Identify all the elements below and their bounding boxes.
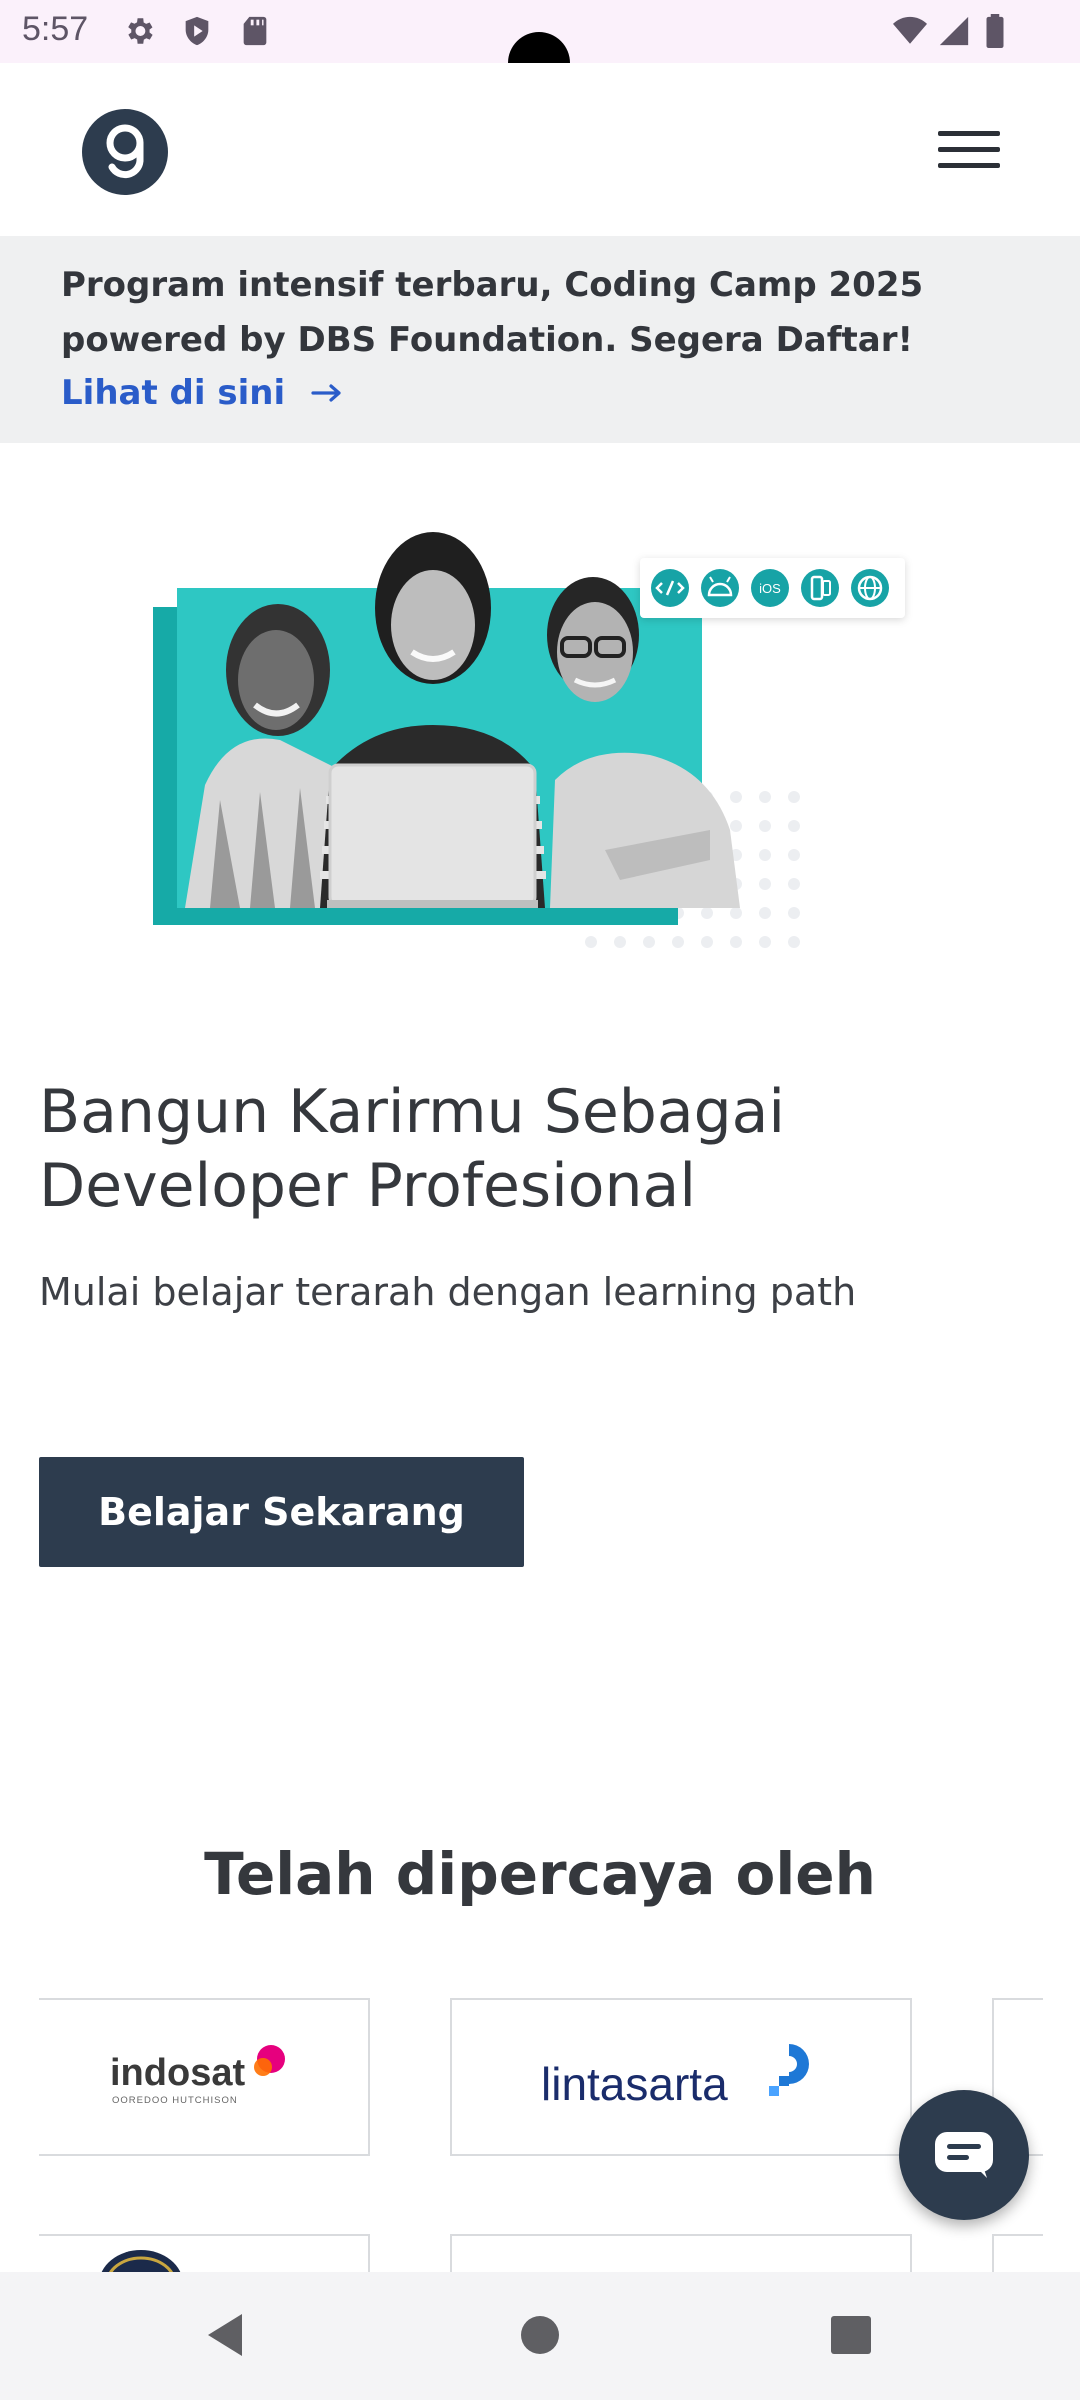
chat-bubble-icon [935,2132,993,2178]
android-icon [701,569,739,607]
arrow-right-icon [311,384,341,402]
platform-badges: iOS [640,558,905,618]
ios-label: iOS [759,581,781,596]
web-icon [851,569,889,607]
back-icon[interactable] [202,2310,248,2360]
dicoding-logo[interactable] [82,109,168,195]
hero-title: Bangun Karirmu Sebagai Developer Profesi… [39,1077,786,1221]
partner-emblem-icon [101,2250,181,2273]
sd-card-icon [243,16,267,46]
partner-card-row2-1[interactable] [39,2234,370,2273]
code-icon [651,569,689,607]
status-time: 5:57 [22,10,89,48]
hamburger-menu-icon[interactable] [930,121,1008,177]
hero-subtitle: Mulai belajar terarah dengan learning pa… [39,1270,857,1314]
wifi-icon [893,16,927,44]
trusted-by-title: Telah dipercaya oleh [204,1840,876,1908]
announcement-text: Program intensif terbaru, Coding Camp 20… [61,265,924,360]
partner-carousel[interactable]: indosat OOREDOO HUTCHISON lintasarta [39,1998,1043,2273]
partner-card-lintasarta[interactable]: lintasarta [450,1998,912,2156]
partner-card-indosat[interactable]: indosat OOREDOO HUTCHISON [39,1998,370,2156]
recents-icon[interactable] [829,2310,873,2360]
partner-tagline-indosat: OOREDOO HUTCHISON [112,2095,238,2106]
ios-icon: iOS [751,569,789,607]
home-icon[interactable] [518,2310,562,2360]
announcement-link-label: Lihat di sini [61,373,286,413]
hero-illustration: iOS [153,532,905,950]
chat-button[interactable] [899,2090,1029,2220]
laptop-illustration [328,763,537,907]
multiplatform-icon [801,569,839,607]
lintasarta-logo: lintasarta [541,2044,809,2110]
partner-card-row2-2[interactable] [450,2234,912,2273]
battery-icon [986,14,1004,48]
system-nav-bar [0,2272,1080,2400]
indosat-logo: indosat OOREDOO HUTCHISON [110,2045,285,2106]
announcement-banner: Program intensif terbaru, Coding Camp 20… [0,236,1080,443]
gear-icon [128,18,153,44]
shield-icon [185,16,209,46]
announcement-link[interactable]: Lihat di sini [61,368,343,418]
signal-icon [939,16,969,46]
partner-card-row2-3[interactable] [992,2234,1043,2273]
partner-name-lintasarta: lintasarta [541,2058,728,2110]
header [0,63,1080,236]
belajar-sekarang-button[interactable]: Belajar Sekarang [39,1457,524,1567]
partner-name-indosat: indosat [110,2052,245,2094]
